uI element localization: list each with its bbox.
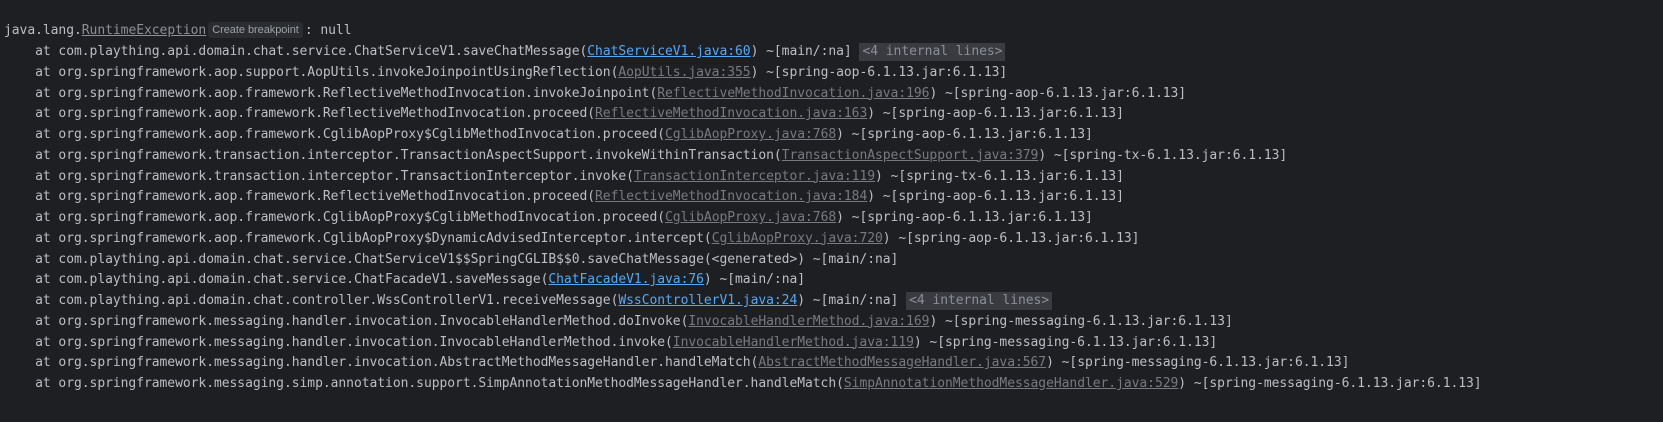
frame-location: ) ~[main/:na]	[750, 44, 860, 59]
source-file-link[interactable]: TransactionAspectSupport.java:379	[782, 148, 1039, 163]
frame-location: ) ~[spring-tx-6.1.13.jar:6.1.13]	[875, 168, 1124, 184]
source-file-link[interactable]: SimpAnnotationMethodMessageHandler.java:…	[844, 376, 1178, 391]
create-breakpoint-button[interactable]: Create breakpoint	[208, 22, 303, 38]
stack-frame-line: at org.springframework.aop.framework.Cgl…	[4, 228, 1139, 250]
internal-lines-fold[interactable]: <4 internal lines>	[859, 43, 1006, 61]
frame-location: ) ~[spring-messaging-6.1.13.jar:6.1.13]	[913, 334, 1218, 350]
frame-method: at com.plaything.api.domain.chat.service…	[4, 251, 899, 267]
frame-method: at org.springframework.aop.framework.Ref…	[4, 189, 596, 205]
stack-frame-line: at org.springframework.messaging.handler…	[4, 352, 1349, 374]
source-file-link[interactable]: ReflectiveMethodInvocation.java:184	[595, 189, 867, 204]
frame-location: ) ~[spring-messaging-6.1.13.jar:6.1.13]	[1046, 355, 1350, 371]
stack-frame-line: at org.springframework.transaction.inter…	[4, 145, 1287, 167]
stack-frame-line: at com.plaything.api.domain.chat.control…	[4, 290, 1053, 312]
source-file-link[interactable]: InvocableHandlerMethod.java:169	[688, 314, 929, 329]
frame-method: at org.springframework.messaging.handler…	[4, 313, 689, 329]
stack-frame-line: at org.springframework.aop.framework.Ref…	[4, 83, 1186, 105]
stack-frame-line: at com.plaything.api.domain.chat.service…	[4, 269, 805, 291]
exception-header: java.lang.RuntimeException Create breakpo…	[4, 20, 352, 42]
stack-frame-line: at org.springframework.messaging.handler…	[4, 311, 1233, 333]
source-file-link[interactable]: ReflectiveMethodInvocation.java:163	[595, 106, 867, 121]
source-file-link[interactable]: CglibAopProxy.java:768	[665, 210, 836, 225]
frame-method: at org.springframework.aop.framework.Ref…	[4, 106, 596, 122]
frame-location: ) ~[main/:na]	[703, 272, 806, 288]
frame-method: at org.springframework.aop.support.AopUt…	[4, 64, 619, 80]
frame-method: at org.springframework.aop.framework.Ref…	[4, 85, 658, 101]
source-file-link[interactable]: CglibAopProxy.java:768	[665, 127, 836, 142]
frame-location: ) ~[spring-aop-6.1.13.jar:6.1.13]	[836, 127, 1093, 142]
stack-frame-line: at org.springframework.transaction.inter…	[4, 166, 1124, 188]
source-file-link[interactable]: TransactionInterceptor.java:119	[634, 169, 875, 184]
exception-message: : null	[304, 23, 352, 38]
frame-method: at org.springframework.aop.framework.Cgl…	[4, 230, 712, 246]
frame-location: ) ~[spring-aop-6.1.13.jar:6.1.13]	[929, 85, 1187, 101]
source-file-link[interactable]: ReflectiveMethodInvocation.java:196	[657, 86, 929, 101]
frame-location: ) ~[main/:na]	[797, 293, 907, 308]
source-file-link[interactable]: AopUtils.java:355	[618, 65, 750, 80]
source-file-link[interactable]: WssControllerV1.java:24	[618, 293, 797, 308]
frame-method: at org.springframework.aop.framework.Cgl…	[4, 127, 666, 142]
exception-package: java.lang.	[4, 23, 82, 38]
stack-frame-line: at org.springframework.aop.framework.Cgl…	[4, 207, 1093, 229]
frame-method: at org.springframework.messaging.handler…	[4, 355, 759, 371]
stack-frame-line: at com.plaything.api.domain.chat.service…	[4, 249, 898, 271]
source-file-link[interactable]: InvocableHandlerMethod.java:119	[673, 335, 914, 350]
stack-frame-line: at org.springframework.aop.framework.Cgl…	[4, 124, 1093, 146]
exception-class-link[interactable]: RuntimeException	[82, 23, 206, 38]
source-file-link[interactable]: AbstractMethodMessageHandler.java:567	[758, 355, 1046, 370]
frame-location: ) ~[spring-messaging-6.1.13.jar:6.1.13]	[1178, 376, 1482, 391]
stack-frame-line: at com.plaything.api.domain.chat.service…	[4, 41, 1006, 63]
stack-frame-line: at org.springframework.aop.framework.Ref…	[4, 103, 1124, 125]
source-file-link[interactable]: ChatFacadeV1.java:76	[548, 272, 704, 287]
frame-method: at org.springframework.transaction.inter…	[4, 147, 782, 163]
frame-location: ) ~[spring-messaging-6.1.13.jar:6.1.13]	[929, 313, 1233, 329]
stack-frame-line: at org.springframework.aop.framework.Ref…	[4, 186, 1124, 208]
frame-location: ) ~[spring-aop-6.1.13.jar:6.1.13]	[867, 189, 1124, 205]
console-output: java.lang.RuntimeException Create breakpo…	[0, 0, 1663, 422]
stack-frame-line: at org.springframework.messaging.simp.an…	[4, 373, 1482, 395]
frame-method: at com.plaything.api.domain.chat.service…	[4, 272, 549, 288]
stack-frame-line: at org.springframework.messaging.handler…	[4, 332, 1217, 354]
frame-method: at org.springframework.messaging.simp.an…	[4, 376, 844, 391]
source-file-link[interactable]: ChatServiceV1.java:60	[587, 44, 750, 59]
internal-lines-fold[interactable]: <4 internal lines>	[906, 292, 1053, 310]
frame-method: at com.plaything.api.domain.chat.service…	[4, 44, 588, 59]
frame-method: at org.springframework.messaging.handler…	[4, 334, 673, 350]
frame-method: at org.springframework.transaction.inter…	[4, 168, 634, 184]
frame-location: ) ~[spring-aop-6.1.13.jar:6.1.13]	[882, 230, 1140, 246]
frame-location: ) ~[spring-aop-6.1.13.jar:6.1.13]	[750, 64, 1008, 80]
frame-method: at org.springframework.aop.framework.Cgl…	[4, 210, 666, 225]
source-file-link[interactable]: CglibAopProxy.java:720	[712, 231, 883, 246]
frame-location: ) ~[spring-tx-6.1.13.jar:6.1.13]	[1038, 147, 1288, 163]
frame-location: ) ~[spring-aop-6.1.13.jar:6.1.13]	[836, 210, 1093, 225]
frame-method: at com.plaything.api.domain.chat.control…	[4, 293, 619, 308]
frame-location: ) ~[spring-aop-6.1.13.jar:6.1.13]	[867, 106, 1124, 122]
stack-frame-line: at org.springframework.aop.support.AopUt…	[4, 62, 1007, 84]
